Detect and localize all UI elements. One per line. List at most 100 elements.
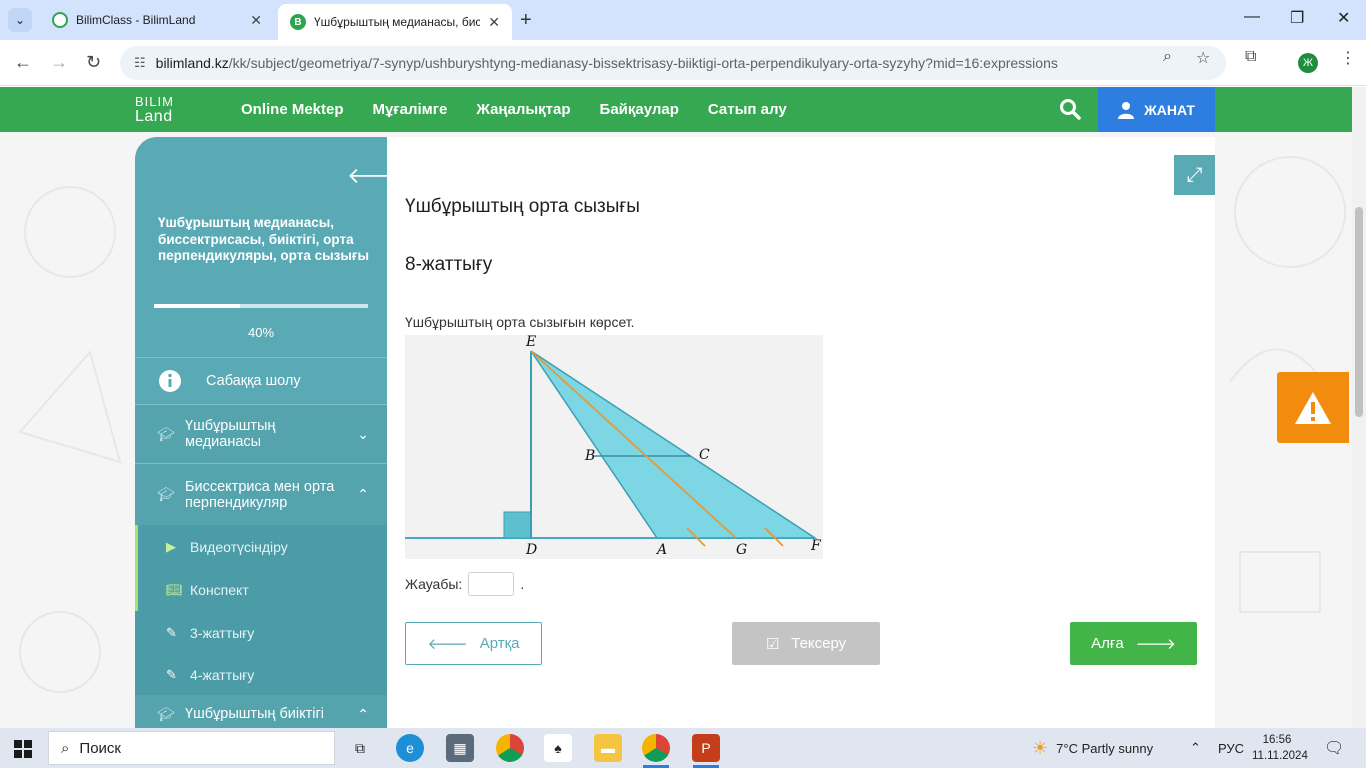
sidebar-section-label: Биссектриса мен орта перпендикуляр: [185, 478, 335, 511]
task-text: Үшбұрыштың орта сызығын көрсет.: [405, 314, 635, 330]
chevron-up-icon[interactable]: ⌃: [357, 706, 369, 723]
edit-icon: ✎: [166, 666, 177, 682]
sidebar-section-bisector[interactable]: 🎓︎ Биссектриса мен орта перпендикуляр ⌃: [135, 464, 387, 525]
edit-icon: ✎: [166, 624, 177, 640]
chrome-profile-icon[interactable]: [642, 734, 670, 762]
sidebar-subitem-konspekt[interactable]: 📖︎ Конспект: [135, 568, 387, 611]
profile-avatar[interactable]: Ж: [1298, 53, 1318, 73]
chevron-down-icon[interactable]: ⌄: [357, 426, 369, 443]
close-tab-icon[interactable]: ✕: [250, 12, 262, 29]
bilimland-favicon-icon: B: [290, 14, 306, 30]
play-icon: ▶: [166, 538, 176, 554]
sidebar-item-label: Сабаққа шолу: [206, 373, 301, 389]
extensions-icon[interactable]: ⧉: [1245, 48, 1256, 66]
tab-title: Үшбұрыштың медианасы, биссектрисасы, биі…: [314, 15, 481, 29]
sidebar-section-label: Үшбұрыштың биіктігі: [185, 706, 324, 722]
lesson-sidebar: 🡐 Үшбұрыштың медианасы, биссектрисасы, б…: [135, 137, 387, 728]
search-icon: ⌕: [61, 739, 70, 757]
chrome-icon[interactable]: [496, 734, 524, 762]
clock-time: 16:56: [1262, 734, 1292, 746]
clock-date: 11.11.2024: [1252, 750, 1308, 762]
url-input[interactable]: ☷ bilimland.kz/kk/subject/geometriya/7-s…: [120, 46, 1226, 80]
label-e: E: [525, 335, 536, 350]
weather-widget[interactable]: ☀ 7°C Partly sunny: [1032, 728, 1153, 768]
lesson-title: Үшбұрыштың медианасы, биссектрисасы, биі…: [158, 215, 370, 263]
answer-label: Жауабы:: [405, 576, 463, 592]
new-tab-button[interactable]: +: [520, 8, 532, 32]
back-arrow-icon[interactable]: ←: [14, 52, 32, 73]
browser-tab-lesson[interactable]: B Үшбұрыштың медианасы, биссектрисасы, б…: [278, 4, 512, 40]
scrollbar-thumb[interactable]: [1355, 207, 1363, 417]
close-tab-icon[interactable]: ✕: [488, 14, 500, 31]
back-button-label: Артқа: [479, 635, 520, 652]
sidebar-item-overview[interactable]: Сабаққа шолу: [135, 358, 387, 404]
minimize-icon[interactable]: —: [1244, 8, 1260, 26]
bookmark-star-icon[interactable]: ☆: [1196, 48, 1210, 68]
menu-dots-icon[interactable]: ⋮: [1340, 48, 1356, 68]
powerpoint-icon[interactable]: P: [692, 734, 720, 762]
user-login-button[interactable]: ЖАНАТ: [1098, 87, 1215, 132]
checkbox-icon: ☑: [765, 635, 780, 653]
subitem-label: 3-жаттығу: [190, 624, 255, 641]
progress-fill: [154, 304, 240, 308]
sidebar-subitem-video[interactable]: ▶ Видеотүсіндіру: [135, 525, 387, 568]
close-window-icon[interactable]: ✕: [1337, 8, 1350, 28]
reload-icon[interactable]: ↻: [86, 52, 101, 73]
check-button[interactable]: ☑ Тексеру: [732, 622, 880, 665]
main-nav: Online Mektep Мұғалімге Жаңалықтар Байқа…: [241, 101, 787, 118]
subitem-label: 4-жаттығу: [190, 666, 255, 683]
calculator-icon[interactable]: ▦: [446, 734, 474, 762]
file-explorer-icon[interactable]: ▬: [594, 734, 622, 762]
sidebar-subitem-exercise-3[interactable]: ✎ 3-жаттығу: [135, 611, 387, 654]
answer-suffix: .: [520, 576, 525, 592]
nav-buy[interactable]: Сатып алу: [708, 101, 787, 118]
tab-title: BilimClass - BilimLand: [76, 13, 196, 27]
edge-icon[interactable]: e: [396, 734, 424, 762]
sidebar-section-median[interactable]: 🎓︎ Үшбұрыштың медианасы ⌄: [135, 405, 387, 463]
browser-tab-bilimclass[interactable]: BilimClass - BilimLand ✕: [40, 4, 274, 36]
site-header: BILIM Land Online Mektep Мұғалімге Жаңал…: [0, 87, 1352, 132]
weather-text: 7°C Partly sunny: [1056, 740, 1154, 756]
sidebar-section-height[interactable]: 🎓︎ Үшбұрыштың биіктігі ⌃: [135, 695, 387, 728]
task-view-icon[interactable]: ⧉: [346, 734, 374, 762]
sidebar-subitem-exercise-4[interactable]: ✎ 4-жаттығу: [135, 653, 387, 696]
nav-contests[interactable]: Байқаулар: [600, 101, 679, 118]
bilimland-logo[interactable]: BILIM Land: [135, 94, 174, 125]
nav-online-mektep[interactable]: Online Mektep: [241, 101, 344, 118]
page-title: Үшбұрыштың орта сызығы: [405, 196, 640, 217]
solitaire-icon[interactable]: ♠: [544, 734, 572, 762]
user-name: ЖАНАТ: [1144, 101, 1195, 118]
progress-label: 40%: [247, 325, 275, 340]
back-button[interactable]: 🡐 Артқа: [405, 622, 542, 665]
label-g: G: [736, 542, 747, 558]
windows-taskbar: ⌕ Поиск ⧉ e ▦ ♠ ▬ P ☀ 7°C Partly sunny ⌃…: [0, 728, 1366, 768]
chevron-up-icon[interactable]: ⌃: [357, 486, 369, 503]
url-path: /kk/subject/geometriya/7-synyp/ushburysh…: [228, 55, 1058, 71]
nav-teachers[interactable]: Мұғалімге: [373, 101, 448, 118]
taskbar-search[interactable]: ⌕ Поиск: [48, 731, 335, 765]
windows-start-icon[interactable]: [14, 740, 32, 758]
notifications-icon[interactable]: 🗨︎: [1324, 728, 1344, 768]
report-error-button[interactable]: [1277, 372, 1349, 443]
check-button-label: Тексеру: [791, 635, 847, 652]
search-icon[interactable]: [1058, 97, 1082, 121]
language-indicator[interactable]: РУС: [1218, 728, 1244, 768]
tray-chevron-up-icon[interactable]: ⌃: [1190, 728, 1201, 768]
tab-search-button[interactable]: ⌄: [8, 8, 32, 32]
nav-news[interactable]: Жаңалықтар: [476, 101, 570, 118]
back-arrow-icon[interactable]: 🡐: [347, 163, 387, 189]
answer-input[interactable]: [468, 572, 515, 596]
taskbar-clock[interactable]: 16:56 11.11.2024: [1252, 732, 1308, 764]
subitem-label: Видеотүсіндіру: [190, 538, 288, 555]
site-info-icon[interactable]: ☷: [134, 55, 146, 71]
forward-arrow-icon[interactable]: →: [50, 52, 68, 73]
label-a: A: [655, 542, 667, 558]
label-d: D: [525, 542, 537, 558]
zoom-icon[interactable]: ⌕: [1163, 48, 1172, 66]
logo-line-1: BILIM: [135, 94, 174, 109]
next-button[interactable]: Алға 🡒: [1070, 622, 1197, 665]
fullscreen-expand-icon[interactable]: ⤢: [1174, 155, 1215, 195]
next-button-label: Алға: [1091, 635, 1124, 652]
restore-icon[interactable]: ❐: [1290, 8, 1304, 28]
page-scrollbar[interactable]: [1352, 87, 1366, 728]
